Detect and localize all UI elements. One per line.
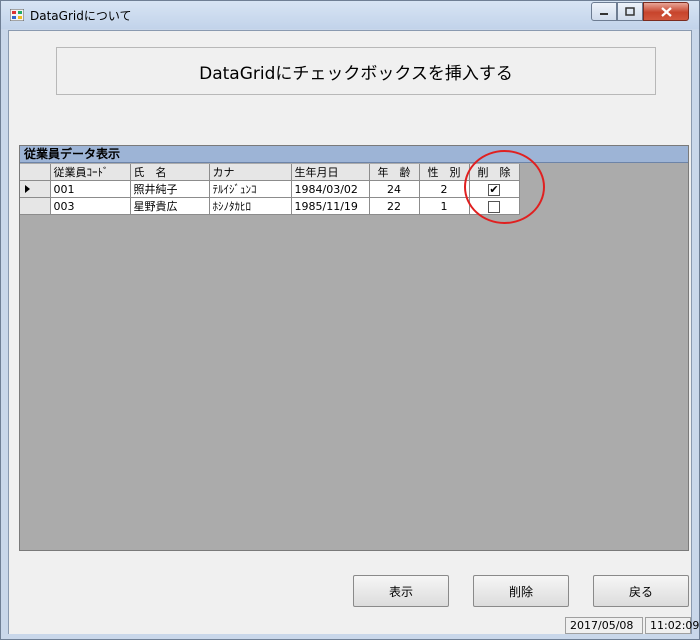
cell-code[interactable]: 003 <box>50 197 131 215</box>
maximize-icon <box>625 7 635 16</box>
cell-age[interactable]: 24 <box>369 180 420 198</box>
employee-datagrid[interactable]: 従業員データ表示 従業員ｺｰﾄﾞ 氏 名 カナ 生年月日 年 齢 性 別 削 除… <box>19 145 689 551</box>
table-row[interactable]: 001 照井純子 ﾃﾙｲｼﾞｭﾝｺ 1984/03/02 24 2 ✔ <box>20 180 520 198</box>
table-row[interactable]: 003 星野貴広 ﾎｼﾉﾀｶﾋﾛ 1985/11/19 22 1 <box>20 197 520 215</box>
grid-caption: 従業員データ表示 <box>20 146 688 163</box>
cell-kana[interactable]: ﾎｼﾉﾀｶﾋﾛ <box>209 197 292 215</box>
close-icon <box>660 6 672 17</box>
column-header-sex[interactable]: 性 別 <box>419 164 470 181</box>
grid-header-row: 従業員ｺｰﾄﾞ 氏 名 カナ 生年月日 年 齢 性 別 削 除 <box>20 164 520 181</box>
cell-sex[interactable]: 1 <box>419 197 470 215</box>
maximize-button[interactable] <box>617 2 643 21</box>
column-header-name[interactable]: 氏 名 <box>130 164 210 181</box>
column-header-kana[interactable]: カナ <box>209 164 292 181</box>
form-client-area: DataGridにチェックボックスを挿入する 従業員データ表示 従業員ｺｰﾄﾞ … <box>8 30 699 634</box>
column-header-birthdate[interactable]: 生年月日 <box>291 164 370 181</box>
app-icon <box>10 9 24 21</box>
title-bar[interactable]: DataGridについて <box>1 1 699 29</box>
cell-sex[interactable]: 2 <box>419 180 470 198</box>
cell-age[interactable]: 22 <box>369 197 420 215</box>
minimize-button[interactable] <box>591 2 617 21</box>
row-header[interactable] <box>20 197 51 215</box>
row-header-corner <box>20 164 51 181</box>
cell-name[interactable]: 星野貴広 <box>130 197 210 215</box>
window-title: DataGridについて <box>30 9 132 23</box>
status-date: 2017/05/08 <box>565 617 643 634</box>
page-heading: DataGridにチェックボックスを挿入する <box>56 47 656 95</box>
cell-name[interactable]: 照井純子 <box>130 180 210 198</box>
status-bar: 2017/05/08 11:02:09 <box>9 617 699 634</box>
cell-birthdate[interactable]: 1985/11/19 <box>291 197 370 215</box>
column-header-code[interactable]: 従業員ｺｰﾄﾞ <box>50 164 131 181</box>
row-header-current[interactable] <box>20 180 51 198</box>
close-button[interactable] <box>643 2 689 21</box>
delete-button[interactable]: 削除 <box>473 575 569 607</box>
back-button[interactable]: 戻る <box>593 575 689 607</box>
highlight-circle-annotation <box>464 150 545 224</box>
cell-code[interactable]: 001 <box>50 180 131 198</box>
cell-birthdate[interactable]: 1984/03/02 <box>291 180 370 198</box>
grid-table: 従業員ｺｰﾄﾞ 氏 名 カナ 生年月日 年 齢 性 別 削 除 001 照井純子… <box>20 164 520 215</box>
show-button[interactable]: 表示 <box>353 575 449 607</box>
main-window: DataGridについて DataGridにチェックボックスを挿入する 従業員デ… <box>0 0 700 640</box>
minimize-icon <box>600 12 608 15</box>
current-row-arrow-icon <box>25 184 30 193</box>
status-time: 11:02:09 <box>645 617 699 634</box>
column-header-age[interactable]: 年 齢 <box>369 164 420 181</box>
cell-kana[interactable]: ﾃﾙｲｼﾞｭﾝｺ <box>209 180 292 198</box>
